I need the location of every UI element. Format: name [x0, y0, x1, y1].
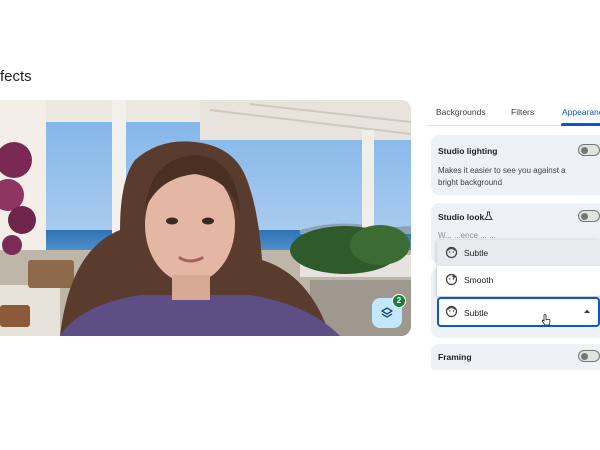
caret-up-icon [584, 309, 590, 313]
effects-count-badge: 2 [392, 294, 406, 308]
layers-icon [381, 307, 393, 318]
face-subtle-icon [445, 246, 458, 259]
dropdown-option-smooth[interactable]: Smooth [437, 267, 600, 293]
toggle-knob [581, 352, 588, 360]
dropdown-option-label: Subtle [464, 248, 489, 258]
dropdown-option-subtle[interactable]: Subtle [437, 240, 600, 266]
studio-look-title: Studio look [438, 212, 485, 222]
framing-card: Framing [431, 344, 600, 370]
toggle-knob [581, 146, 588, 154]
face-subtle-icon [445, 305, 458, 318]
video-preview [0, 100, 411, 336]
tab-filters[interactable]: Filters [511, 107, 534, 117]
effects-side-panel: Backgrounds Filters Appearanc Studio lig… [427, 100, 600, 370]
studio-look-select[interactable]: Subtle [437, 297, 600, 327]
tab-appearance[interactable]: Appearanc [562, 107, 600, 117]
tab-backgrounds[interactable]: Backgrounds [436, 107, 486, 117]
studio-lighting-toggle[interactable] [578, 144, 600, 156]
framing-title: Framing [438, 352, 472, 362]
select-current-value: Subtle [464, 308, 489, 318]
studio-lighting-card: Studio lighting Makes it easier to see y… [431, 135, 600, 195]
studio-lighting-description: Makes it easier to see you against a bri… [438, 166, 566, 187]
effects-tabs: Backgrounds Filters Appearanc [427, 100, 600, 126]
face-smooth-icon [445, 273, 458, 286]
flask-icon [484, 211, 493, 220]
framing-toggle[interactable] [578, 350, 600, 362]
toggle-knob [581, 212, 588, 220]
studio-look-toggle[interactable] [578, 210, 600, 222]
active-tab-indicator [561, 123, 600, 126]
studio-look-dropdown-menu: Subtle Smooth [437, 240, 600, 296]
hand-cursor-icon [541, 314, 551, 326]
dropdown-option-label: Smooth [464, 275, 494, 285]
studio-lighting-title: Studio lighting [438, 146, 498, 156]
page-title: fects [0, 68, 32, 85]
camera-preview-image [0, 100, 411, 336]
